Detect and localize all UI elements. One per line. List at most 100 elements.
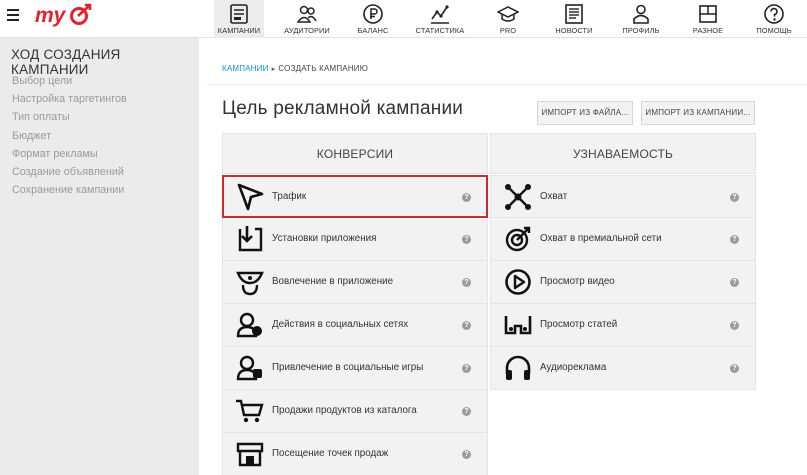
objective-reach[interactable]: Охват ? xyxy=(490,175,756,218)
mytarget-logo[interactable]: my xyxy=(34,2,94,30)
sidebar-step[interactable]: Выбор цели xyxy=(12,74,127,92)
premium-reach-icon xyxy=(505,226,531,252)
awareness-header: УЗНАВАЕМОСТЬ xyxy=(490,133,756,174)
nav-audiences[interactable]: АУДИТОРИИ xyxy=(282,0,332,38)
help-icon[interactable]: ? xyxy=(730,364,739,373)
nav-label: PRO xyxy=(499,26,517,35)
objective-premium-reach[interactable]: Охват в премиальной сети ? xyxy=(490,218,756,261)
app-engagement-icon xyxy=(236,271,264,296)
help-icon[interactable]: ? xyxy=(462,235,471,244)
objective-article-views[interactable]: Просмотр статей ? xyxy=(490,304,756,347)
cursor-icon xyxy=(237,183,264,211)
sidebar-step[interactable]: Сохранение кампании xyxy=(12,183,127,201)
breadcrumb-separator-icon: ▸ xyxy=(271,66,276,73)
nav-label: НОВОСТИ xyxy=(555,26,593,35)
nav-label: РАЗНОЕ xyxy=(692,26,724,35)
objective-audio-ads[interactable]: Аудиореклама ? xyxy=(490,347,756,390)
nav-label: ПОМОЩЬ xyxy=(756,26,792,35)
nav-help[interactable]: ПОМОЩЬ xyxy=(749,0,799,38)
objective-store-visits[interactable]: Посещение точек продаж ? xyxy=(222,433,488,475)
awareness-column: УЗНАВАЕМОСТЬ Охват ? Охват в премиальной… xyxy=(490,133,756,390)
objective-social-games[interactable]: Привлечение в социальные игры ? xyxy=(222,347,488,390)
misc-icon xyxy=(699,5,717,23)
conversions-header: КОНВЕРСИИ xyxy=(222,133,488,174)
help-icon[interactable]: ? xyxy=(730,321,739,330)
sidebar-step[interactable]: Тип оплаты xyxy=(12,110,127,128)
nav-misc[interactable]: РАЗНОЕ xyxy=(683,0,733,38)
logo-text: my xyxy=(35,4,67,27)
option-label: Продажи продуктов из каталога xyxy=(272,405,417,416)
nav-label: АУДИТОРИИ xyxy=(284,26,330,35)
nav-label: КАМПАНИИ xyxy=(217,26,261,35)
help-icon[interactable]: ? xyxy=(730,278,739,287)
page-title: Цель рекламной кампании xyxy=(222,98,464,119)
objective-video-views[interactable]: Просмотр видео ? xyxy=(490,261,756,304)
campaign-steps-list: Выбор цели Настройка таргетингов Тип опл… xyxy=(12,74,127,201)
statistics-icon xyxy=(431,5,449,24)
help-icon xyxy=(764,4,784,24)
sidebar-title: ХОД СОЗДАНИЯ КАМПАНИИ xyxy=(11,47,121,77)
help-icon[interactable]: ? xyxy=(462,450,471,459)
divider xyxy=(207,84,807,85)
social-games-icon xyxy=(236,355,262,381)
option-label: Установки приложения xyxy=(272,233,377,244)
pro-icon xyxy=(497,6,519,22)
app-install-icon xyxy=(238,226,263,252)
objective-social-actions[interactable]: Действия в социальных сетях ? xyxy=(222,304,488,347)
nav-profile[interactable]: ПРОФИЛЬ xyxy=(616,0,666,38)
conversions-column: КОНВЕРСИИ Трафик ? Установки приложения … xyxy=(222,133,488,475)
nav-news[interactable]: НОВОСТИ xyxy=(549,0,599,38)
help-icon[interactable]: ? xyxy=(462,278,471,287)
option-label: Аудиореклама xyxy=(540,362,607,373)
sidebar-step[interactable]: Настройка таргетингов xyxy=(12,92,127,110)
import-from-file-button[interactable]: ИМПОРТ ИЗ ФАЙЛА... xyxy=(537,101,633,125)
nav-label: ПРОФИЛЬ xyxy=(622,26,660,35)
option-label: Охват xyxy=(540,191,568,202)
option-label: Охват в премиальной сети xyxy=(540,233,662,244)
option-label: Трафик xyxy=(272,191,307,202)
sidebar: ХОД СОЗДАНИЯ КАМПАНИИ Выбор цели Настрой… xyxy=(0,38,199,475)
sidebar-step[interactable]: Создание объявлений xyxy=(12,165,127,183)
option-label: Привлечение в социальные игры xyxy=(272,362,424,373)
video-play-icon xyxy=(505,269,531,295)
objective-catalog-sales[interactable]: Продажи продуктов из каталога ? xyxy=(222,390,488,433)
headphones-icon xyxy=(505,355,531,380)
top-navigation: my КАМПАНИИ АУДИТОРИИ БАЛАНС СТАТИСТИКА … xyxy=(0,0,807,38)
store-icon xyxy=(236,442,264,467)
sidebar-step[interactable]: Бюджет xyxy=(12,129,127,147)
nav-label: БАЛАНС xyxy=(357,26,389,35)
social-actions-icon xyxy=(236,312,262,338)
campaigns-icon xyxy=(230,4,248,24)
cart-icon xyxy=(236,399,264,423)
option-label: Вовлечение в приложение xyxy=(272,276,394,287)
breadcrumb: КАМПАНИИ ▸ СОЗДАТЬ КАМПАНИЮ xyxy=(222,64,368,73)
profile-icon xyxy=(633,4,649,24)
nav-pro[interactable]: PRO xyxy=(483,0,533,38)
option-label: Посещение точек продаж xyxy=(272,448,389,459)
audiences-icon xyxy=(296,5,317,23)
news-icon xyxy=(565,4,583,24)
breadcrumb-campaigns-link[interactable]: КАМПАНИИ xyxy=(222,64,269,73)
nav-label: СТАТИСТИКА xyxy=(415,26,465,35)
help-icon[interactable]: ? xyxy=(462,407,471,416)
nav-statistics[interactable]: СТАТИСТИКА xyxy=(414,0,466,38)
help-icon[interactable]: ? xyxy=(730,193,739,202)
nav-campaigns[interactable]: КАМПАНИИ xyxy=(214,0,264,38)
objective-traffic[interactable]: Трафик ? xyxy=(222,175,488,218)
import-from-campaign-button[interactable]: ИМПОРТ ИЗ КАМПАНИИ... xyxy=(641,101,755,125)
help-icon[interactable]: ? xyxy=(462,364,471,373)
help-icon[interactable]: ? xyxy=(462,193,471,202)
breadcrumb-current: СОЗДАТЬ КАМПАНИЮ xyxy=(278,64,369,73)
option-label: Просмотр статей xyxy=(540,319,618,330)
help-icon[interactable]: ? xyxy=(730,235,739,244)
menu-icon[interactable] xyxy=(7,9,19,23)
help-icon[interactable]: ? xyxy=(462,321,471,330)
reach-icon xyxy=(505,184,531,210)
option-label: Просмотр видео xyxy=(540,276,615,287)
sidebar-step[interactable]: Формат рекламы xyxy=(12,147,127,165)
objective-app-installs[interactable]: Установки приложения ? xyxy=(222,218,488,261)
option-label: Действия в социальных сетях xyxy=(272,319,409,330)
objective-app-engagement[interactable]: Вовлечение в приложение ? xyxy=(222,261,488,304)
balance-icon xyxy=(363,4,383,24)
nav-balance[interactable]: БАЛАНС xyxy=(348,0,398,38)
